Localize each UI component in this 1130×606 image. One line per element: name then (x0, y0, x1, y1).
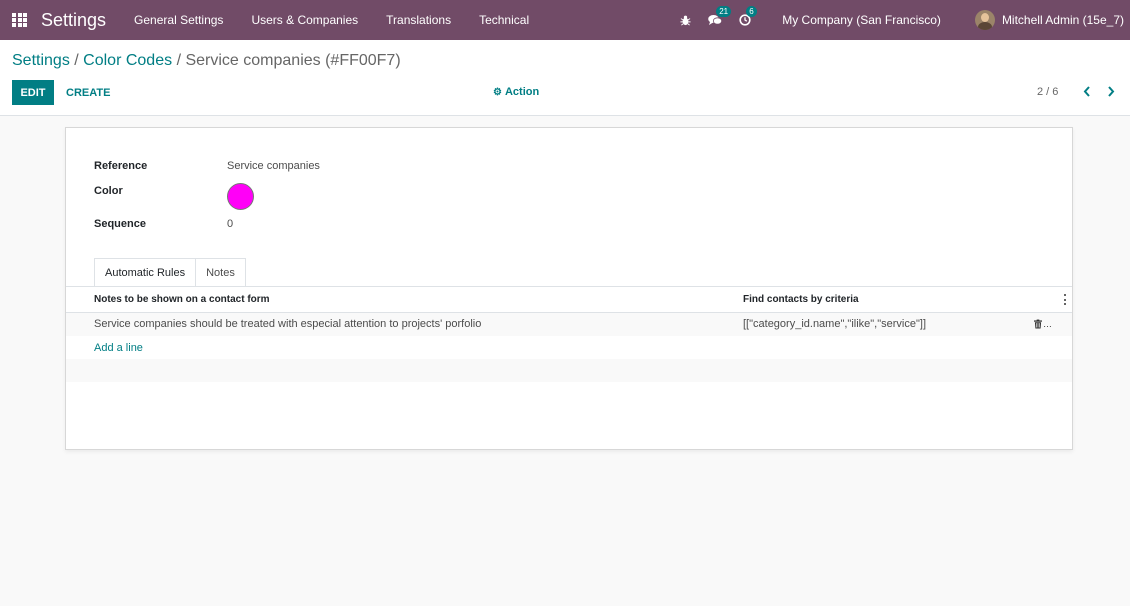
tab-notes[interactable]: Notes (196, 258, 246, 287)
table-row[interactable]: Service companies should be treated with… (66, 313, 1072, 336)
add-line-link[interactable]: Add a line (94, 342, 143, 354)
rules-table-header: Notes to be shown on a contact form Find… (66, 287, 1072, 313)
menu-users-companies[interactable]: Users & Companies (237, 0, 372, 40)
breadcrumb-color-codes[interactable]: Color Codes (83, 52, 172, 69)
breadcrumb-current: Service companies (#FF00F7) (185, 52, 401, 69)
notebook-tabs: Automatic Rules Notes (94, 258, 246, 287)
app-title[interactable]: Settings (41, 10, 106, 31)
chevron-right-icon[interactable] (1104, 84, 1118, 98)
sequence-value: 0 (227, 218, 234, 230)
debug-bug-icon[interactable] (678, 13, 692, 27)
messages-count-badge: 21 (716, 6, 732, 17)
menu-translations[interactable]: Translations (372, 0, 465, 40)
tab-automatic-rules[interactable]: Automatic Rules (94, 258, 197, 287)
breadcrumb: Settings / Color Codes / Service compani… (12, 52, 401, 70)
control-panel: Settings / Color Codes / Service compani… (0, 40, 1130, 116)
main-menu: General Settings Users & Companies Trans… (120, 0, 543, 40)
create-button[interactable]: CREATE (66, 80, 110, 105)
menu-general-settings[interactable]: General Settings (120, 0, 237, 40)
column-header-notes[interactable]: Notes to be shown on a contact form (94, 294, 270, 305)
user-menu[interactable]: Mitchell Admin (15e_7) (974, 10, 1124, 30)
optional-columns-icon[interactable] (1064, 294, 1067, 305)
pager-value[interactable]: 2 / 6 (1037, 86, 1058, 98)
chevron-left-icon[interactable] (1080, 84, 1094, 98)
avatar (974, 10, 995, 30)
color-label: Color (94, 185, 123, 197)
breadcrumb-settings[interactable]: Settings (12, 52, 70, 69)
reference-value: Service companies (227, 160, 320, 172)
reference-label: Reference (94, 160, 148, 172)
form-sheet: Reference Service companies Color Sequen… (65, 127, 1073, 450)
column-header-criteria[interactable]: Find contacts by criteria (743, 294, 859, 305)
activities-clock-icon[interactable]: 6 (738, 6, 757, 27)
activities-count-badge: 6 (746, 6, 757, 17)
company-switcher[interactable]: My Company (San Francisco) (782, 13, 941, 27)
empty-row (66, 359, 1072, 382)
menu-technical[interactable]: Technical (465, 0, 543, 40)
top-navbar: Settings General Settings Users & Compan… (0, 0, 1130, 40)
sequence-label: Sequence (94, 218, 146, 230)
breadcrumb-separator: / (74, 52, 79, 69)
messages-chat-icon[interactable]: 21 (708, 6, 732, 27)
edit-button[interactable]: EDIT (12, 80, 54, 105)
action-label: Action (504, 86, 540, 98)
gear-icon: ⚙ (493, 86, 502, 98)
user-name: Mitchell Admin (15e_7) (1001, 13, 1124, 27)
apps-menu-icon[interactable] (12, 13, 28, 27)
trash-icon[interactable]: … (1034, 318, 1052, 330)
action-dropdown[interactable]: ⚙ Action (493, 86, 539, 98)
row-criteria[interactable]: [["category_id.name","ilike","service"]] (743, 318, 926, 330)
color-swatch (227, 183, 254, 210)
breadcrumb-separator: / (176, 52, 182, 69)
row-note[interactable]: Service companies should be treated with… (94, 318, 481, 330)
